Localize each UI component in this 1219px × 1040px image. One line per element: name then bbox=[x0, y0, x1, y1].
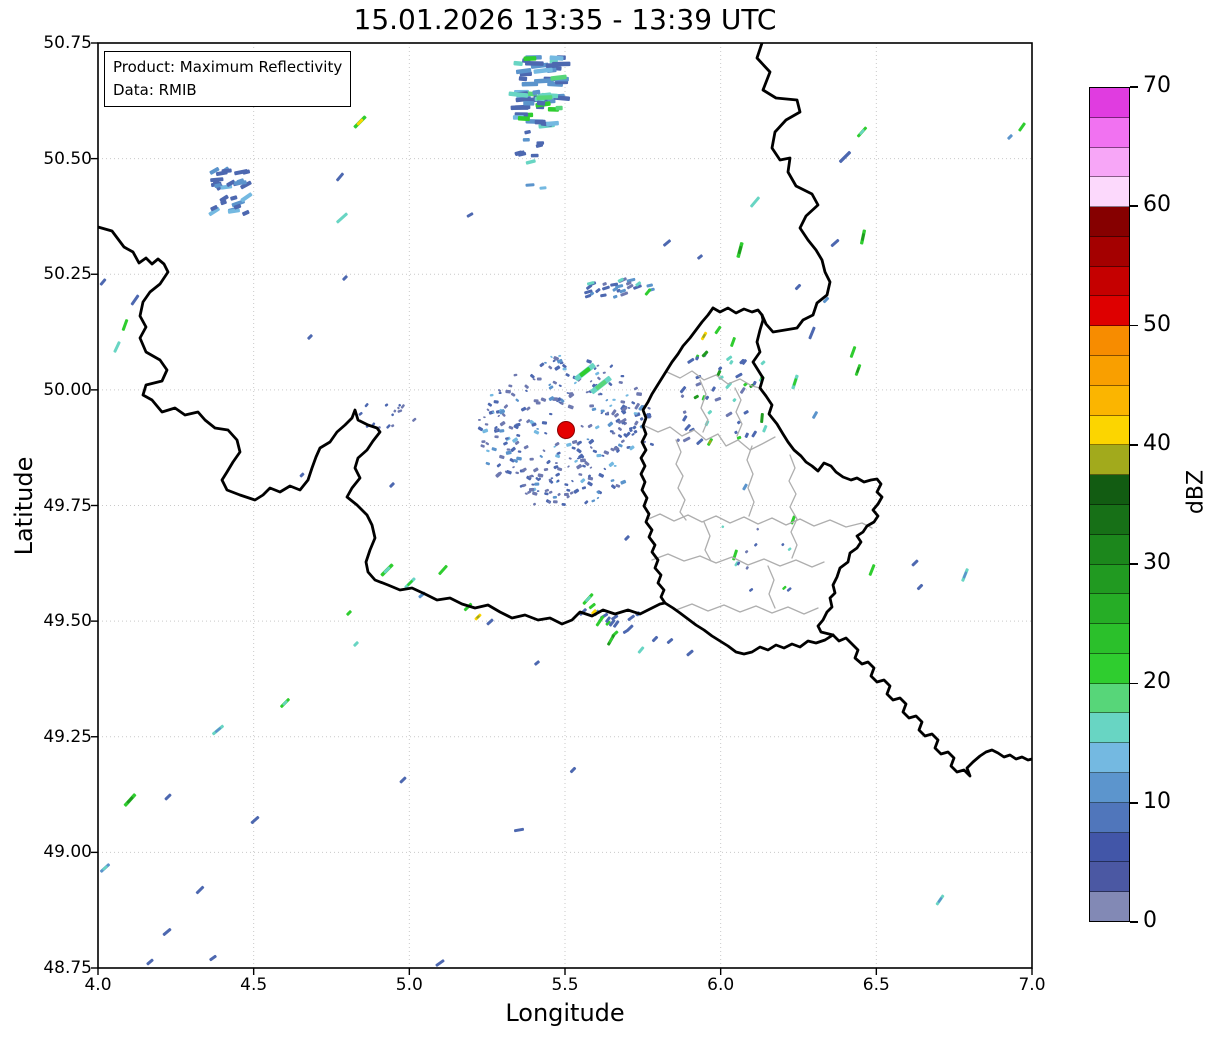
y-tick-label: 49.50 bbox=[43, 611, 92, 632]
x-tick-label: 4.0 bbox=[84, 975, 112, 995]
colorbar-tick-mark bbox=[1130, 682, 1138, 685]
colorbar-segment bbox=[1090, 624, 1129, 654]
country-border-line bbox=[663, 601, 835, 656]
colorbar-segment bbox=[1090, 564, 1129, 595]
colorbar-segment bbox=[1090, 862, 1129, 893]
colorbar bbox=[1089, 87, 1130, 922]
radar-echoes bbox=[99, 55, 1026, 967]
x-tick-label: 6.0 bbox=[707, 975, 735, 995]
colorbar-segment bbox=[1090, 475, 1129, 505]
admin-border-line bbox=[767, 565, 776, 609]
colorbar-tick-label: 40 bbox=[1143, 430, 1171, 456]
country-border-line bbox=[755, 43, 832, 334]
colorbar-tick-label: 30 bbox=[1143, 550, 1171, 576]
colorbar-tick-mark bbox=[1130, 205, 1138, 208]
colorbar-segment bbox=[1090, 683, 1129, 714]
country-borders bbox=[98, 43, 1032, 778]
colorbar-segment bbox=[1090, 385, 1129, 416]
admin-border-line bbox=[703, 521, 712, 562]
colorbar-segment bbox=[1090, 772, 1129, 803]
y-tick-label: 50.75 bbox=[43, 33, 92, 53]
colorbar-segment bbox=[1090, 504, 1129, 535]
x-axis-title: Longitude bbox=[505, 999, 625, 1027]
x-tick-label: 5.0 bbox=[395, 975, 423, 995]
colorbar-tick-mark bbox=[1130, 563, 1138, 565]
admin-border-line bbox=[788, 454, 798, 559]
colorbar-segment bbox=[1090, 713, 1129, 744]
colorbar-tick-mark bbox=[1130, 921, 1138, 923]
colorbar-segment bbox=[1090, 743, 1129, 773]
y-tick-label: 50.00 bbox=[43, 379, 92, 400]
colorbar-segment bbox=[1090, 177, 1129, 208]
colorbar-segment bbox=[1090, 534, 1129, 565]
y-tick-label: 49.25 bbox=[43, 726, 92, 747]
colorbar-tick-mark bbox=[1130, 444, 1138, 446]
colorbar-segment bbox=[1090, 356, 1129, 386]
colorbar-segment bbox=[1090, 415, 1129, 446]
colorbar-tick-mark bbox=[1130, 324, 1138, 327]
colorbar-segment bbox=[1090, 296, 1129, 327]
admin-border-line bbox=[675, 439, 687, 521]
colorbar-segment bbox=[1090, 88, 1129, 118]
colorbar-segment bbox=[1090, 236, 1129, 267]
colorbar-tick-label: 20 bbox=[1143, 669, 1171, 695]
y-tick-label: 50.25 bbox=[43, 264, 92, 285]
admin-border-line bbox=[734, 387, 743, 437]
admin-border-line bbox=[699, 379, 709, 433]
colorbar-segment bbox=[1090, 653, 1129, 684]
colorbar-segment bbox=[1090, 892, 1129, 921]
y-axis-title: Latitude bbox=[10, 456, 38, 556]
country-border-line bbox=[639, 306, 715, 605]
colorbar-segment bbox=[1090, 147, 1129, 178]
admin-border-line bbox=[675, 603, 819, 615]
colorbar-tick-mark bbox=[1130, 86, 1138, 88]
colorbar-segment bbox=[1090, 802, 1129, 833]
colorbar-segment bbox=[1090, 594, 1129, 625]
country-border-line bbox=[751, 313, 884, 637]
country-border-line bbox=[831, 633, 1032, 778]
y-tick-label: 49.00 bbox=[43, 842, 92, 863]
colorbar-tick-mark bbox=[1130, 801, 1138, 804]
map-plot bbox=[91, 42, 1033, 975]
colorbar-title: dBZ bbox=[1183, 469, 1209, 515]
country-border-line bbox=[98, 225, 667, 626]
x-tick-label: 5.5 bbox=[551, 975, 579, 995]
colorbar-tick-label: 70 bbox=[1143, 73, 1171, 98]
colorbar-segment bbox=[1090, 445, 1129, 476]
colorbar-tick-label: 60 bbox=[1143, 192, 1171, 218]
x-tick-label: 7.0 bbox=[1018, 975, 1046, 995]
colorbar-segment bbox=[1090, 266, 1129, 297]
admin-border-line bbox=[645, 513, 873, 529]
radar-figure: 15.01.2026 13:35 - 13:39 UTC Product: Ma… bbox=[0, 0, 1219, 1040]
colorbar-segment bbox=[1090, 207, 1129, 237]
admin-border-line bbox=[642, 424, 776, 451]
x-tick-label: 6.5 bbox=[862, 975, 890, 995]
product-info-box: Product: Maximum Reflectivity Data: RMIB bbox=[104, 51, 352, 107]
x-tick-label: 4.5 bbox=[240, 975, 268, 995]
colorbar-tick-label: 10 bbox=[1143, 788, 1171, 814]
product-label: Product: Maximum Reflectivity bbox=[113, 58, 343, 76]
data-source-label: Data: RMIB bbox=[113, 80, 197, 99]
colorbar-segment bbox=[1090, 117, 1129, 148]
colorbar-segment bbox=[1090, 326, 1129, 357]
y-tick-label: 50.50 bbox=[43, 148, 92, 169]
colorbar-tick-label: 0 bbox=[1143, 908, 1157, 933]
colorbar-segment bbox=[1090, 832, 1129, 863]
radar-site-marker bbox=[557, 421, 575, 439]
country-border-line bbox=[711, 306, 764, 317]
colorbar-tick-label: 50 bbox=[1143, 311, 1171, 337]
